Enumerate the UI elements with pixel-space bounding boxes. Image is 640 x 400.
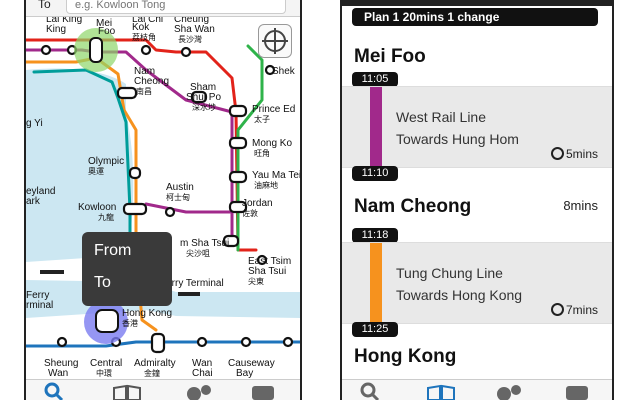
svg-text:Central: Central bbox=[90, 358, 122, 369]
clock-icon bbox=[550, 303, 564, 316]
svg-text:金鐘: 金鐘 bbox=[144, 368, 160, 378]
leg-duration: 7mins bbox=[550, 303, 598, 317]
tab-settings[interactable] bbox=[184, 382, 214, 400]
svg-text:九龍: 九龍 bbox=[98, 212, 114, 222]
svg-text:Mong Ko: Mong Ko bbox=[252, 138, 292, 149]
station-destination: Hong Kong bbox=[354, 346, 457, 367]
svg-text:King: King bbox=[46, 24, 66, 35]
from-to-popup: From To bbox=[82, 232, 172, 306]
svg-text:尖東: 尖東 bbox=[248, 276, 264, 286]
search-icon bbox=[44, 382, 64, 400]
svg-text:Kowloon: Kowloon bbox=[78, 202, 116, 213]
tab-chat[interactable] bbox=[248, 382, 278, 400]
svg-text:荔枝角: 荔枝角 bbox=[132, 32, 156, 42]
plan-summary[interactable]: Plan 1 20mins 1 change bbox=[352, 8, 598, 26]
svg-text:Olympic: Olympic bbox=[88, 156, 124, 167]
svg-text:南昌: 南昌 bbox=[136, 86, 152, 96]
tab-settings[interactable] bbox=[494, 382, 524, 400]
svg-text:Jordan: Jordan bbox=[242, 198, 273, 209]
walk-duration: 8mins bbox=[563, 198, 598, 213]
svg-text:香港: 香港 bbox=[122, 318, 138, 328]
tab-bar bbox=[26, 379, 300, 400]
tab-search[interactable] bbox=[356, 382, 386, 400]
svg-text:柯士甸: 柯士甸 bbox=[166, 192, 190, 202]
to-input[interactable] bbox=[67, 0, 300, 13]
svg-text:m Sha Tsui: m Sha Tsui bbox=[180, 238, 229, 249]
svg-text:太子: 太子 bbox=[254, 114, 270, 124]
settings-gears-icon bbox=[497, 385, 521, 400]
tab-map-book[interactable] bbox=[426, 382, 456, 400]
from-option[interactable]: From bbox=[94, 242, 131, 260]
to-field[interactable] bbox=[66, 0, 300, 14]
svg-text:Yau Ma Tei: Yau Ma Tei bbox=[252, 170, 300, 181]
locate-button[interactable] bbox=[258, 24, 292, 58]
map-book-icon bbox=[427, 384, 455, 400]
search-bar: To bbox=[26, 0, 300, 17]
line-color-bar bbox=[370, 243, 382, 323]
tab-map-book[interactable] bbox=[112, 382, 142, 400]
map-book-icon bbox=[113, 384, 141, 400]
svg-text:深水埗: 深水埗 bbox=[192, 102, 216, 112]
svg-text:Foo: Foo bbox=[98, 26, 116, 37]
leg-tung-chung[interactable]: Tung Chung Line Towards Hong Kong 7mins bbox=[342, 242, 612, 324]
svg-text:Kok: Kok bbox=[132, 22, 150, 33]
svg-text:g Yi: g Yi bbox=[26, 118, 43, 129]
search-icon bbox=[360, 382, 380, 400]
header-strip bbox=[342, 0, 612, 6]
svg-text:中環: 中環 bbox=[96, 368, 112, 378]
tab-bar bbox=[342, 379, 612, 400]
svg-text:ark: ark bbox=[26, 196, 41, 207]
station-origin: Mei Foo bbox=[354, 46, 426, 67]
svg-text:Bay: Bay bbox=[236, 368, 253, 379]
svg-text:尖沙咀: 尖沙咀 bbox=[186, 248, 210, 258]
tab-search[interactable] bbox=[40, 382, 70, 400]
mtr-map[interactable]: Lai King King Lai Chi Kok 荔枝角 Mei Foo Ch… bbox=[26, 0, 300, 400]
chat-icon bbox=[566, 386, 588, 400]
to-option[interactable]: To bbox=[94, 274, 111, 292]
svg-text:Chai: Chai bbox=[192, 368, 213, 379]
arrive-time: 11:25 bbox=[352, 322, 398, 337]
line-name: Tung Chung Line bbox=[396, 265, 503, 281]
svg-text:Hong Kong: Hong Kong bbox=[122, 308, 172, 319]
leg-west-rail[interactable]: West Rail Line Towards Hung Hom 5mins bbox=[342, 86, 612, 168]
line-direction: Towards Hung Hom bbox=[396, 131, 519, 147]
svg-text:旺角: 旺角 bbox=[254, 148, 270, 158]
svg-text:Admiralty: Admiralty bbox=[134, 358, 176, 369]
crosshair-icon bbox=[262, 28, 288, 54]
arrive-time: 11:10 bbox=[352, 166, 398, 181]
svg-text:Cheong: Cheong bbox=[134, 76, 169, 87]
chat-icon bbox=[252, 386, 274, 400]
line-name: West Rail Line bbox=[396, 109, 487, 125]
settings-gears-icon bbox=[187, 385, 211, 400]
leg-duration: 5mins bbox=[550, 147, 598, 161]
line-color-bar bbox=[370, 87, 382, 167]
route-screen: Plan 1 20mins 1 change Mei Foo 11:05 Wes… bbox=[340, 0, 614, 400]
depart-time: 11:05 bbox=[352, 72, 398, 87]
svg-text:rminal: rminal bbox=[26, 300, 53, 311]
svg-text:Prince Ed: Prince Ed bbox=[252, 104, 295, 115]
svg-text:奧運: 奧運 bbox=[88, 166, 104, 176]
line-direction: Towards Hong Kong bbox=[396, 287, 523, 303]
station-change: Nam Cheong bbox=[354, 196, 472, 217]
svg-text:Sha Tsui: Sha Tsui bbox=[248, 266, 286, 277]
svg-text:長沙灣: 長沙灣 bbox=[178, 34, 202, 44]
svg-text:Austin: Austin bbox=[166, 182, 194, 193]
svg-text:Sha Wan: Sha Wan bbox=[174, 24, 215, 35]
clock-icon bbox=[550, 147, 564, 160]
svg-text:Shui Po: Shui Po bbox=[186, 92, 221, 103]
depart-time: 11:18 bbox=[352, 228, 398, 243]
svg-text:佐敦: 佐敦 bbox=[242, 208, 258, 218]
svg-text:Shek: Shek bbox=[272, 66, 296, 77]
to-label: To bbox=[38, 0, 51, 11]
svg-text:油麻地: 油麻地 bbox=[254, 180, 278, 190]
svg-text:Wan: Wan bbox=[48, 368, 68, 379]
map-screen: Lai King King Lai Chi Kok 荔枝角 Mei Foo Ch… bbox=[24, 0, 302, 400]
tab-chat[interactable] bbox=[562, 382, 592, 400]
